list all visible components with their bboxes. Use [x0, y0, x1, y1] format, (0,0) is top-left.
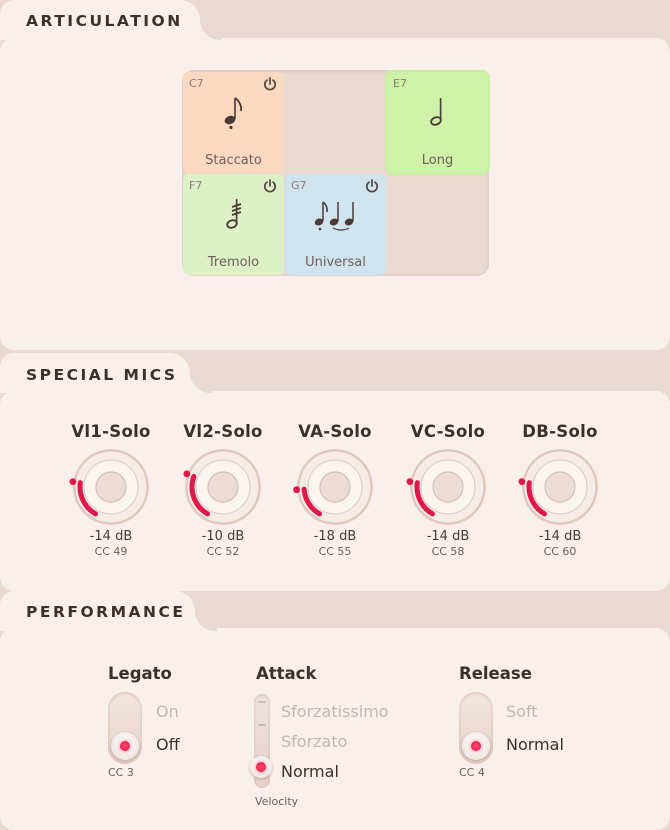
keyswitch-note: G7	[291, 179, 307, 192]
attack-option-normal[interactable]: Normal	[281, 762, 339, 781]
performance-panel	[0, 628, 670, 830]
legato-option-off[interactable]: Off	[156, 735, 180, 754]
release-switch[interactable]	[459, 692, 493, 764]
tremolo-note-icon	[183, 196, 284, 240]
knob-center	[432, 471, 464, 503]
mic-va-solo: VA-Solo -18 dB CC 55	[280, 422, 390, 558]
mic-name: Vl2-Solo	[183, 422, 263, 441]
mic-name: VC-Solo	[410, 422, 486, 441]
mic-cc: CC 52	[206, 545, 240, 558]
articulation-slot-universal[interactable]: G7 Universal	[285, 174, 386, 275]
mic-cc: CC 55	[318, 545, 352, 558]
knob-center	[207, 471, 239, 503]
articulation-section-title: ARTICULATION	[0, 0, 200, 40]
volume-knob[interactable]	[181, 445, 265, 529]
half-note-icon	[387, 94, 488, 138]
attack-option-sforzato[interactable]: Sforzato	[281, 732, 347, 751]
performance-section-title: PERFORMANCE	[0, 591, 195, 631]
release-cc: CC 4	[459, 766, 485, 779]
mic-level: -14 dB	[89, 529, 133, 544]
articulation-slot-long[interactable]: E7 Long	[387, 72, 488, 173]
volume-knob[interactable]	[518, 445, 602, 529]
mic-name: VA-Solo	[298, 422, 372, 441]
mic-cc: CC 49	[94, 545, 128, 558]
tab-curve-decor	[190, 371, 212, 393]
slider-tick	[258, 701, 266, 703]
articulation-label: Long	[421, 153, 454, 168]
knob-indicator-dot	[69, 478, 77, 486]
switch-knob[interactable]	[111, 732, 139, 760]
mic-vl1-solo: Vl1-Solo -14 dB CC 49	[56, 422, 166, 558]
articulation-slot-tremolo[interactable]: F7 Tremolo	[183, 174, 284, 275]
power-icon[interactable]	[262, 76, 278, 96]
power-icon[interactable]	[262, 178, 278, 198]
keyswitch-note: F7	[189, 179, 203, 192]
staccato-note-icon	[183, 94, 284, 138]
articulation-label: Universal	[305, 255, 366, 270]
switch-knob[interactable]	[462, 732, 490, 760]
led-indicator	[471, 741, 481, 751]
volume-knob[interactable]	[293, 445, 377, 529]
mic-level: -18 dB	[313, 529, 357, 544]
knob-center	[319, 471, 351, 503]
volume-knob[interactable]	[69, 445, 153, 529]
knob-center	[544, 471, 576, 503]
mic-level: -14 dB	[426, 529, 470, 544]
slider-knob[interactable]	[250, 756, 272, 778]
power-icon[interactable]	[364, 178, 380, 198]
attack-footer: Velocity	[255, 795, 299, 808]
knob-indicator-dot	[293, 486, 300, 494]
special-mics-section-title: SPECIAL MICS	[0, 353, 190, 393]
legato-option-on[interactable]: On	[156, 702, 179, 721]
volume-knob[interactable]	[406, 445, 490, 529]
keyswitch-note: E7	[393, 77, 407, 90]
attack-title: Attack	[256, 664, 317, 683]
attack-option-sforzatissimo[interactable]: Sforzatissimo	[281, 702, 389, 721]
attack-slider[interactable]	[250, 694, 272, 788]
legato-cc: CC 3	[108, 766, 134, 779]
keyswitch-note: C7	[189, 77, 204, 90]
multi-note-icon	[285, 196, 386, 240]
release-option-normal[interactable]: Normal	[506, 735, 564, 754]
legato-title: Legato	[108, 664, 172, 683]
knob-indicator-dot	[406, 478, 414, 486]
mic-db-solo: DB-Solo -14 dB CC 60	[505, 422, 615, 558]
mic-name: DB-Solo	[522, 422, 598, 441]
articulation-slot-staccato[interactable]: C7 Staccato	[183, 72, 284, 173]
release-title: Release	[459, 664, 532, 683]
tab-curve-decor	[195, 609, 217, 631]
articulation-label: Tremolo	[207, 255, 260, 270]
release-option-soft[interactable]: Soft	[506, 702, 538, 721]
knob-indicator-dot	[183, 470, 191, 478]
knob-indicator-dot	[518, 478, 526, 486]
led-indicator	[120, 741, 130, 751]
mic-level: -10 dB	[201, 529, 245, 544]
mic-name: Vl1-Solo	[71, 422, 151, 441]
mic-vc-solo: VC-Solo -14 dB CC 58	[393, 422, 503, 558]
mic-vl2-solo: Vl2-Solo -10 dB CC 52	[168, 422, 278, 558]
mic-cc: CC 60	[543, 545, 577, 558]
articulation-label: Staccato	[205, 153, 262, 168]
legato-switch[interactable]	[108, 692, 142, 764]
tab-curve-decor	[200, 18, 222, 40]
led-indicator	[256, 762, 266, 772]
mic-cc: CC 58	[431, 545, 465, 558]
knob-center	[95, 471, 127, 503]
mic-level: -14 dB	[538, 529, 582, 544]
articulation-grid: C7 Staccato E7 Long F7 Tremolo G7 Univer…	[182, 70, 489, 276]
slider-tick	[258, 724, 266, 726]
